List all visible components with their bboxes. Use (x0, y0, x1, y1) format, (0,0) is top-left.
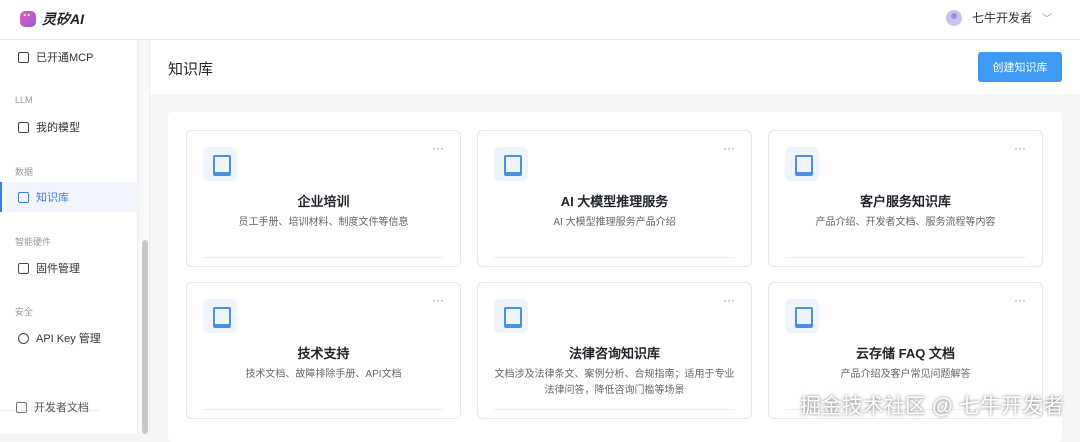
clipboard-icon (18, 51, 29, 63)
card-title: 企业培训 (297, 194, 350, 209)
create-knowledge-base-button[interactable]: 创建知识库 (978, 52, 1062, 82)
book-icon (18, 191, 29, 203)
watermark: 掘金技术社区 @ 七牛开发者 (800, 395, 1064, 418)
sidebar-item-models[interactable]: 我的模型 (0, 112, 138, 142)
more-options-icon[interactable]: ··· (1014, 141, 1026, 155)
nav-group-security: 安全 (15, 307, 34, 317)
sidebar-item-dev-docs[interactable]: 开发者文档 (0, 392, 138, 422)
card-title: AI 大模型推理服务 (560, 194, 669, 209)
kb-card[interactable]: ··· 技术支持技术文档、故障排除手册、API文档 (186, 282, 461, 419)
sidebar-item-mcp[interactable]: 已开通MCP (0, 42, 138, 72)
nav-label: 我的模型 (36, 122, 80, 134)
nav-label: 已开通MCP (36, 52, 94, 64)
kb-card[interactable]: ··· 客户服务知识库产品介绍、开发者文档、服务流程等内容 (768, 130, 1043, 267)
card-title: 客户服务知识库 (859, 194, 951, 209)
more-options-icon[interactable]: ··· (432, 293, 444, 307)
more-options-icon[interactable]: ··· (723, 141, 735, 155)
user-menu[interactable]: 七牛开发者 ﹀ (945, 9, 1052, 26)
app-name: 灵矽AI (42, 11, 84, 27)
nav-label: 开发者文档 (34, 402, 89, 414)
card-description: 产品介绍及客户常见问题解答 (840, 369, 971, 380)
more-options-icon[interactable]: ··· (432, 141, 444, 155)
sidebar-item-api-key[interactable]: API Key 管理 (0, 323, 138, 353)
card-title: 法律咨询知识库 (568, 346, 660, 361)
app-logo[interactable]: 灵矽AI (20, 8, 84, 29)
nav-label: API Key 管理 (36, 333, 101, 345)
divider (494, 409, 735, 410)
message-icon (18, 121, 29, 133)
avatar (945, 9, 962, 26)
upload-icon (18, 262, 29, 274)
user-name: 七牛开发者 (971, 11, 1032, 25)
book-icon (494, 299, 528, 333)
card-description: 产品介绍、开发者文档、服务流程等内容 (815, 217, 996, 228)
divider (203, 257, 444, 258)
logo-icon (20, 8, 36, 27)
divider (494, 257, 735, 258)
page-title: 知识库 (168, 61, 214, 78)
nav-group-llm: LLM (15, 95, 33, 105)
kb-card[interactable]: ··· 法律咨询知识库文档涉及法律条文、案例分析、合规指南；适用于专业法律问答，降… (477, 282, 752, 419)
book-icon (785, 299, 819, 333)
book-icon (785, 147, 819, 181)
scrollbar-thumb[interactable] (142, 240, 148, 434)
more-options-icon[interactable]: ··· (1014, 293, 1026, 307)
key-icon (18, 332, 29, 344)
card-title: 技术支持 (297, 346, 350, 361)
card-description: 员工手册、培训材料、制度文件等信息 (238, 217, 409, 228)
divider (203, 409, 444, 410)
nav-group-hardware: 智能硬件 (15, 237, 52, 247)
top-bar: 灵矽AI 七牛开发者 ﹀ (0, 0, 1080, 40)
card-description: 技术文档、故障排除手册、API文档 (245, 369, 402, 380)
sidebar-item-knowledge-base[interactable]: 知识库 (0, 182, 138, 212)
document-icon (16, 401, 27, 413)
book-icon (494, 147, 528, 181)
nav-label: 知识库 (36, 192, 69, 204)
sidebar-item-firmware[interactable]: 固件管理 (0, 253, 138, 283)
divider (785, 257, 1026, 258)
kb-card[interactable]: ··· 企业培训员工手册、培训材料、制度文件等信息 (186, 130, 461, 267)
nav-group-data: 数据 (15, 167, 34, 177)
sidebar: 已开通MCP LLM 我的模型 数据 知识库 智能硬件 固件管理 安全 API … (0, 40, 138, 434)
page-header: 知识库 创建知识库 (150, 40, 1080, 94)
card-title: 云存储 FAQ 文档 (856, 346, 955, 361)
kb-card[interactable]: ··· AI 大模型推理服务 AI 大模型推理服务产品介绍 (477, 130, 752, 267)
card-description: AI 大模型推理服务产品介绍 (553, 217, 676, 228)
book-icon (203, 147, 237, 181)
nav-label: 固件管理 (36, 263, 80, 275)
more-options-icon[interactable]: ··· (723, 293, 735, 307)
card-description: 文档涉及法律条文、案例分析、合规指南；适用于专业法律问答，降低咨询门槛等场景 (494, 369, 735, 396)
book-icon (203, 299, 237, 333)
chevron-down-icon: ﹀ (1042, 14, 1052, 25)
